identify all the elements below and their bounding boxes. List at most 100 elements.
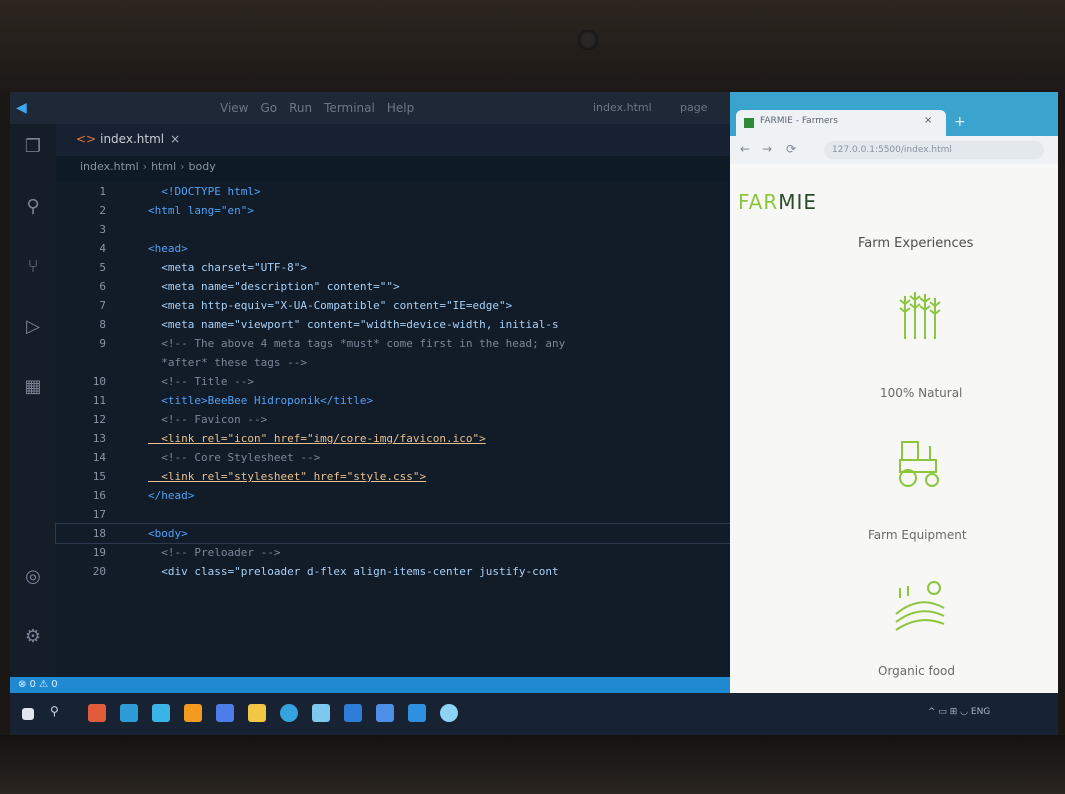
browser-tab-close-icon[interactable]: × bbox=[924, 115, 932, 126]
code-line[interactable]: 15 <link rel="stylesheet" href="style.cs… bbox=[56, 467, 730, 486]
field-icon bbox=[895, 581, 945, 631]
new-tab-icon[interactable]: + bbox=[954, 114, 966, 130]
taskbar-app-icon[interactable] bbox=[280, 704, 298, 722]
tab-index-html[interactable]: <> index.html × bbox=[76, 132, 180, 146]
wheat-icon bbox=[899, 292, 941, 339]
taskbar-app-icon[interactable] bbox=[248, 704, 266, 722]
windows-start-icon[interactable] bbox=[22, 708, 34, 720]
taskbar-search-icon[interactable]: ⚲ bbox=[50, 704, 68, 722]
taskbar-app-icon[interactable] bbox=[376, 704, 394, 722]
code-line[interactable]: 20 <div class="preloader d-flex align-it… bbox=[56, 562, 730, 581]
menu-terminal[interactable]: Terminal bbox=[324, 101, 375, 115]
code-line[interactable]: *after* these tags --> bbox=[56, 353, 730, 372]
line-code: <meta name="description" content=""> bbox=[148, 280, 400, 293]
taskbar-app-icon[interactable] bbox=[312, 704, 330, 722]
menu-help[interactable]: Help bbox=[387, 101, 414, 115]
code-line[interactable]: 9 <!-- The above 4 meta tags *must* come… bbox=[56, 334, 730, 353]
code-line[interactable]: 13 <link rel="icon" href="img/core-img/f… bbox=[56, 429, 730, 448]
line-number: 17 bbox=[92, 508, 106, 521]
extensions-icon[interactable]: ▦ bbox=[22, 376, 44, 398]
code-line-active[interactable]: 18 <body> bbox=[55, 523, 731, 544]
taskbar-app-icon[interactable] bbox=[152, 704, 170, 722]
forward-icon[interactable]: → bbox=[762, 142, 772, 156]
code-line[interactable]: 7 <meta http-equiv="X-UA-Compatible" con… bbox=[56, 296, 730, 315]
breadcrumb: index.html › html › body bbox=[80, 160, 216, 173]
code-line[interactable]: 11 <title>BeeBee Hidroponik</title> bbox=[56, 391, 730, 410]
feature-label-organic: Organic food bbox=[878, 664, 956, 678]
line-code: <!-- Favicon --> bbox=[148, 413, 268, 426]
browser-tab[interactable]: FARMIE - Farmers × bbox=[736, 110, 946, 136]
line-code: <meta http-equiv="X-UA-Compatible" conte… bbox=[148, 299, 513, 312]
menu-run[interactable]: Run bbox=[289, 101, 312, 115]
taskbar-app-icon[interactable] bbox=[88, 704, 106, 722]
search-icon[interactable]: ⚲ bbox=[22, 196, 44, 218]
breadcrumb-file[interactable]: index.html bbox=[80, 160, 139, 173]
tab-close-icon[interactable]: × bbox=[170, 132, 180, 146]
chevron-right-icon: › bbox=[180, 160, 185, 173]
line-number: 6 bbox=[99, 280, 106, 293]
menu-bar: View Go Run Terminal Help bbox=[220, 101, 414, 115]
run-debug-icon[interactable]: ▷ bbox=[22, 316, 44, 338]
code-line[interactable]: 4 <head> bbox=[56, 239, 730, 258]
code-line[interactable]: 16 </head> bbox=[56, 486, 730, 505]
code-editor[interactable]: 1 <!DOCTYPE html> 2 <html lang="en"> 3 4 <… bbox=[55, 182, 731, 677]
code-line[interactable]: 8 <meta name="viewport" content="width=d… bbox=[56, 315, 730, 334]
laptop-bezel-right bbox=[1058, 92, 1065, 735]
reload-icon[interactable]: ⟳ bbox=[786, 142, 796, 156]
window-title-page: page bbox=[680, 101, 708, 114]
settings-gear-icon[interactable]: ⚙ bbox=[22, 626, 44, 648]
system-tray[interactable]: ^ ▭ ⊞ ◡ ENG bbox=[928, 707, 990, 717]
line-number: 19 bbox=[92, 546, 106, 559]
taskbar-browser-icon[interactable] bbox=[440, 704, 458, 722]
code-line[interactable]: 6 <meta name="description" content=""> bbox=[56, 277, 730, 296]
logo-part-mie: MIE bbox=[778, 190, 818, 214]
windows-taskbar: ⚲ ^ ▭ ⊞ ◡ ENG bbox=[10, 693, 1058, 735]
code-line[interactable]: 17 bbox=[56, 505, 730, 524]
menu-view[interactable]: View bbox=[220, 101, 248, 115]
laptop-bezel-left bbox=[0, 92, 10, 735]
line-number: 7 bbox=[99, 299, 106, 312]
line-number: 15 bbox=[92, 470, 106, 483]
line-code: <title>BeeBee Hidroponik</title> bbox=[148, 394, 374, 407]
account-icon[interactable]: ◎ bbox=[22, 566, 44, 588]
line-number: 10 bbox=[92, 375, 106, 388]
code-line[interactable]: 12 <!-- Favicon --> bbox=[56, 410, 730, 429]
activity-bar: ❐ ⚲ ⑂ ▷ ▦ ◎ ⚙ bbox=[10, 124, 56, 677]
feature-label-natural: 100% Natural bbox=[880, 386, 963, 400]
line-code: <link rel="icon" href="img/core-img/favi… bbox=[148, 432, 486, 445]
line-code: *after* these tags --> bbox=[148, 356, 307, 369]
line-code: <head> bbox=[148, 242, 188, 255]
code-line[interactable]: 14 <!-- Core Stylesheet --> bbox=[56, 448, 730, 467]
line-code: </head> bbox=[148, 489, 195, 502]
taskbar-app-icon[interactable] bbox=[184, 704, 202, 722]
taskbar-app-icon[interactable] bbox=[216, 704, 234, 722]
url-field[interactable]: 127.0.0.1:5500/index.html bbox=[824, 141, 1044, 159]
line-code: <body> bbox=[148, 527, 188, 540]
code-line[interactable]: 19 <!-- Preloader --> bbox=[56, 543, 730, 562]
line-number: 13 bbox=[92, 432, 106, 445]
line-number: 20 bbox=[92, 565, 106, 578]
laptop-bezel-bottom bbox=[0, 735, 1065, 794]
code-line[interactable]: 10 <!-- Title --> bbox=[56, 372, 730, 391]
source-control-icon[interactable]: ⑂ bbox=[22, 256, 44, 278]
taskbar-vscode-icon[interactable] bbox=[408, 704, 426, 722]
farmie-logo[interactable]: FARMIE bbox=[738, 190, 817, 214]
code-line[interactable]: 5 <meta charset="UTF-8"> bbox=[56, 258, 730, 277]
code-line[interactable]: 3 bbox=[56, 220, 730, 239]
web-page: FARMIE Farm Experiences 100% Natural Far… bbox=[730, 164, 1058, 707]
breadcrumb-body[interactable]: body bbox=[189, 160, 216, 173]
line-number: 5 bbox=[99, 261, 106, 274]
favicon-icon bbox=[744, 118, 754, 128]
explorer-icon[interactable]: ❐ bbox=[22, 136, 44, 158]
line-number: 16 bbox=[92, 489, 106, 502]
breadcrumb-html[interactable]: html bbox=[151, 160, 176, 173]
back-icon[interactable]: ← bbox=[740, 142, 750, 156]
problems-status[interactable]: ⊗ 0 ⚠ 0 bbox=[18, 679, 58, 690]
taskbar-app-icon[interactable] bbox=[344, 704, 362, 722]
menu-go[interactable]: Go bbox=[260, 101, 277, 115]
taskbar-app-icon[interactable] bbox=[120, 704, 138, 722]
code-line[interactable]: 1 <!DOCTYPE html> bbox=[56, 182, 730, 201]
code-line[interactable]: 2 <html lang="en"> bbox=[56, 201, 730, 220]
laptop-bezel-top bbox=[0, 0, 1065, 92]
tab-label: index.html bbox=[100, 132, 165, 146]
